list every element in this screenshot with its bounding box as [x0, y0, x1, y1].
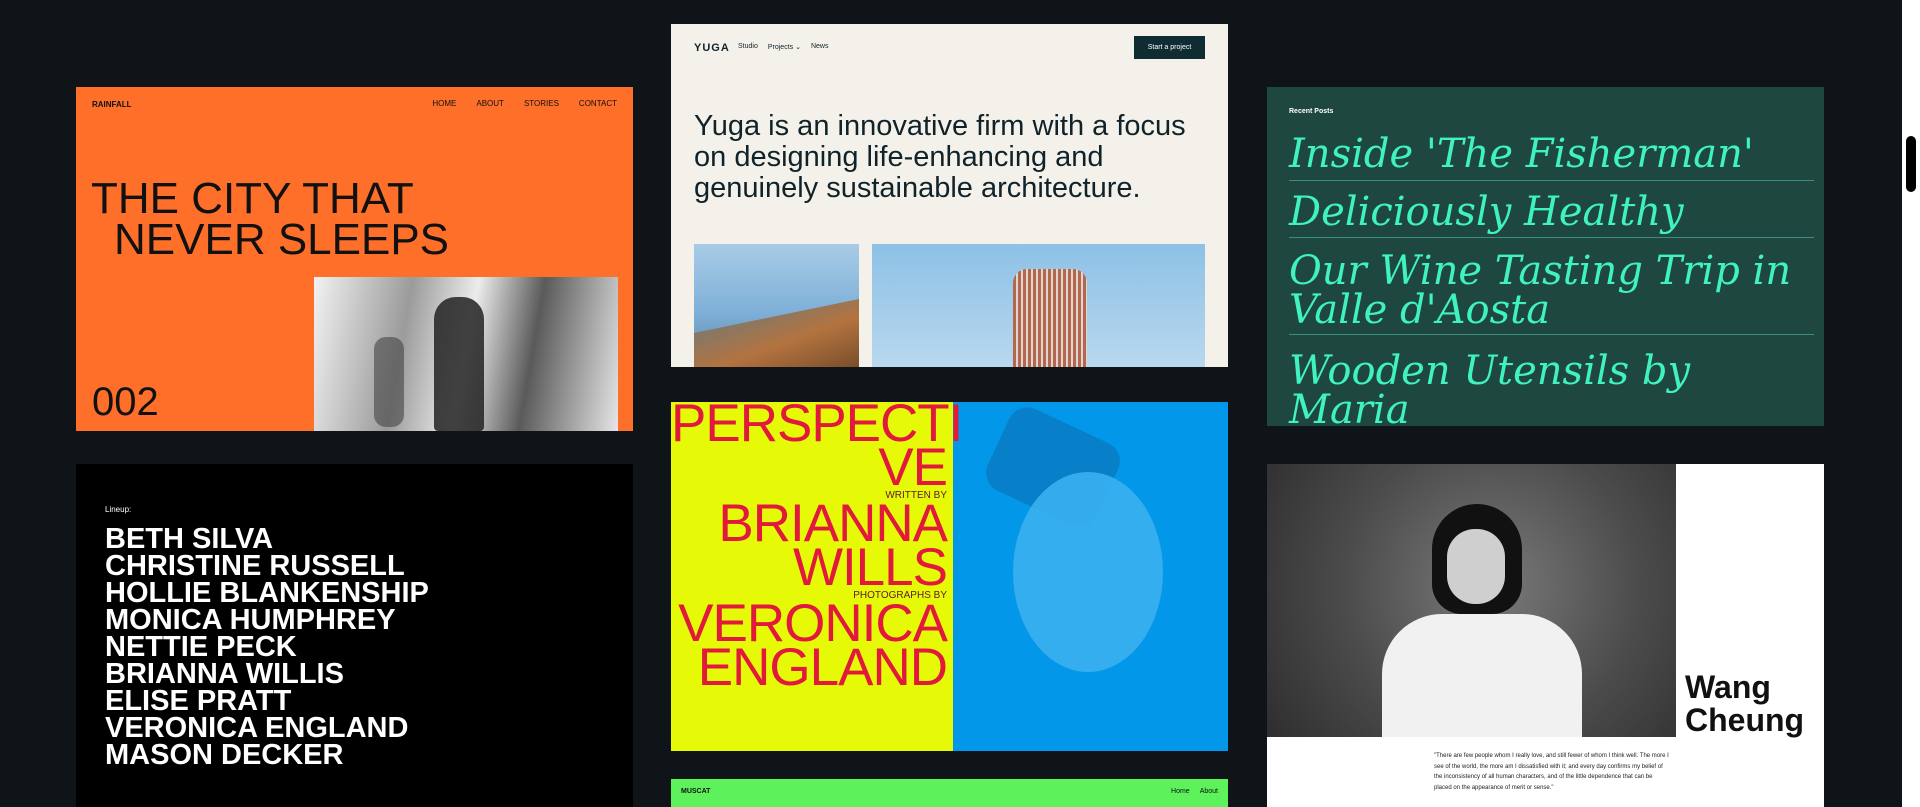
lineup-name: ELISE PRATT: [105, 685, 292, 717]
rainfall-street-photo: [314, 277, 618, 431]
post-item: Wooden Utensils by Maria: [1289, 348, 1691, 426]
recent-posts-template-card[interactable]: Recent Posts Inside 'The Fisherman' Deli…: [1267, 87, 1824, 426]
recent-posts-label: Recent Posts: [1289, 108, 1334, 115]
post-item: Inside 'The Fisherman': [1289, 134, 1814, 181]
perspective-portrait-photo: [953, 402, 1228, 751]
yuga-nav: Studio Projects ⌄ News: [738, 43, 828, 51]
profile-name: Wang Cheung: [1685, 671, 1804, 737]
yuga-start-project-button: Start a project: [1134, 36, 1205, 59]
yuga-headline: Yuga is an innovative firm with a focus …: [694, 110, 1186, 204]
lineup-template-card[interactable]: Lineup: BETH SILVA CHRISTINE RUSSELL HOL…: [76, 464, 633, 807]
muscat-logo: MUSCAT: [681, 788, 711, 795]
rainfall-template-card[interactable]: RAINFALL HOME ABOUT STORIES CONTACT THE …: [76, 87, 633, 431]
photographer-line2: ENGLAND: [697, 638, 948, 697]
muscat-template-card[interactable]: MUSCAT Home About: [671, 779, 1228, 807]
page-scrollbar[interactable]: [1902, 0, 1920, 807]
scrollbar-thumb[interactable]: [1906, 136, 1916, 192]
perspective-text-block: PERSPECTI VE WRITTEN BY BRIANNA WILLS PH…: [671, 402, 963, 697]
lineup-list: BETH SILVA CHRISTINE RUSSELL HOLLIE BLAN…: [105, 523, 429, 771]
post-item: Deliciously Healthy: [1289, 192, 1814, 238]
photo-figure-shadow: [374, 337, 404, 427]
lineup-name: CHRISTINE RUSSELL: [105, 550, 405, 582]
author-line2: WILLS: [792, 538, 948, 597]
muscat-nav: Home About: [1171, 788, 1218, 795]
lineup-name: HOLLIE BLANKENSHIP: [105, 577, 429, 609]
perspective-template-card[interactable]: PERSPECTI VE WRITTEN BY BRIANNA WILLS PH…: [671, 402, 1228, 751]
yuga-template-card[interactable]: YUGA Studio Projects ⌄ News Start a proj…: [671, 24, 1228, 367]
yuga-nav-studio: Studio: [738, 43, 758, 50]
rainfall-nav-about: ABOUT: [476, 99, 504, 108]
lineup-name: BETH SILVA: [105, 523, 274, 555]
profile-name-line1: Wang: [1685, 669, 1771, 705]
profile-name-line2: Cheung: [1685, 702, 1805, 738]
yuga-nav-news: News: [810, 43, 829, 50]
muscat-nav-home: Home: [1171, 788, 1190, 795]
rainfall-nav-stories: STORIES: [523, 99, 559, 108]
yuga-building-photo-1: [694, 244, 859, 367]
lineup-name: BRIANNA WILLIS: [105, 658, 344, 690]
lineup-name: VERONICA ENGLAND: [105, 712, 409, 744]
yuga-building-photo-2: [872, 244, 1205, 367]
rainfall-nav: HOME ABOUT STORIES CONTACT: [432, 99, 617, 108]
lineup-name: MONICA HUMPHREY: [105, 604, 396, 636]
rainfall-nav-home: HOME: [432, 99, 457, 108]
rainfall-logo: RAINFALL: [92, 100, 132, 109]
profile-quote: "There are few people whom I really love…: [1434, 753, 1669, 791]
photo-figure-umbrella: [434, 297, 484, 431]
profile-template-card[interactable]: Wang Cheung "There are few people whom I…: [1267, 464, 1824, 807]
lineup-label: Lineup:: [105, 505, 132, 514]
rainfall-headline: THE CITY THAT NEVER SLEEPS: [91, 177, 450, 264]
rainfall-headline-line2: NEVER SLEEPS: [114, 215, 450, 264]
profile-portrait-photo: [1267, 464, 1676, 737]
post-item: Our Wine Tasting Trip in Valle d'Aosta: [1289, 251, 1814, 335]
yuga-logo: YUGA: [694, 42, 730, 54]
yuga-nav-projects: Projects ⌄: [767, 44, 801, 51]
rainfall-nav-contact: CONTACT: [578, 99, 617, 108]
rainfall-issue-number: 002: [92, 380, 159, 424]
lineup-name: MASON DECKER: [105, 739, 344, 771]
muscat-nav-about: About: [1199, 788, 1218, 795]
lineup-name: NETTIE PECK: [105, 631, 297, 663]
